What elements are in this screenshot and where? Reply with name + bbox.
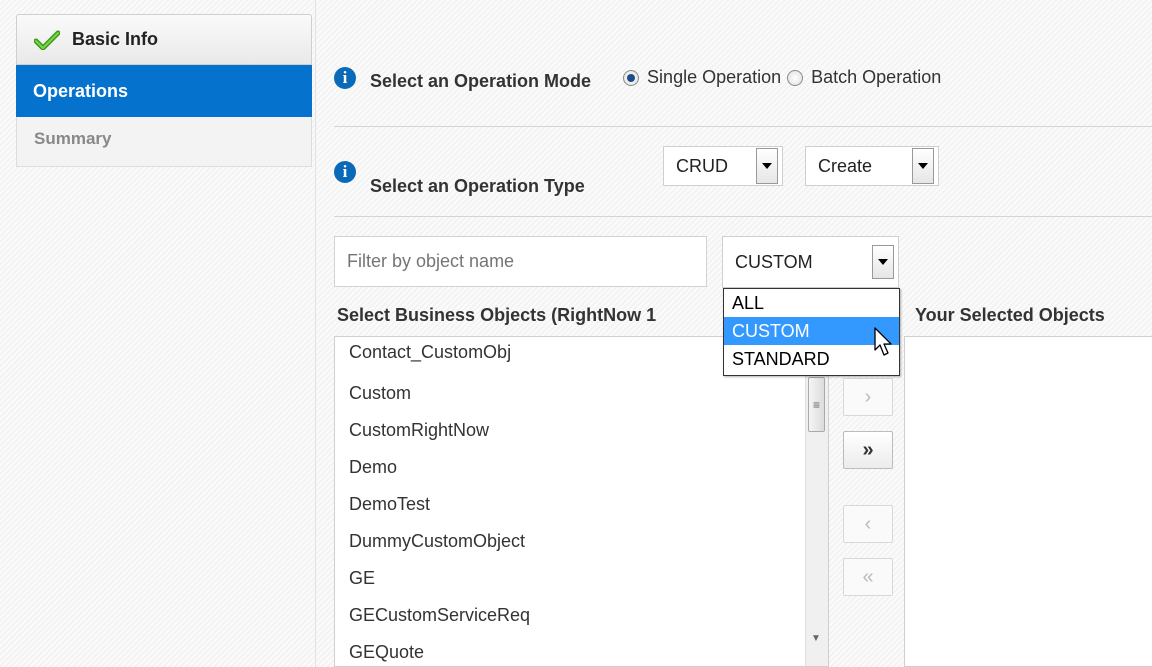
list-item[interactable]: GEQuote xyxy=(335,634,828,666)
move-all-button[interactable]: » xyxy=(843,431,893,469)
radio-selected-dot xyxy=(627,73,636,82)
operation-type-select[interactable]: CRUD xyxy=(663,146,783,186)
train-step-label: Operations xyxy=(33,80,129,101)
train-step-label: Summary xyxy=(34,129,112,148)
business-objects-header: Select Business Objects (RightNow 1 xyxy=(337,305,657,325)
dropdown-option-standard[interactable]: STANDARD xyxy=(724,345,899,373)
list-item[interactable]: GE xyxy=(335,560,828,597)
info-icon[interactable]: i xyxy=(334,66,356,89)
dropdown-option-all[interactable]: ALL xyxy=(724,289,899,317)
business-objects-list[interactable]: Contact_CustomObj Custom CustomRightNow … xyxy=(334,336,829,667)
mouse-pointer-icon xyxy=(874,327,892,356)
list-item[interactable]: DemoTest xyxy=(335,486,828,523)
remove-all-button[interactable]: « xyxy=(843,558,893,596)
list-item[interactable]: Custom xyxy=(335,375,828,412)
operation-type-label: Select an Operation Type xyxy=(370,176,585,196)
train-step-label: Basic Info xyxy=(72,29,159,49)
list-item[interactable]: GECustomServiceReq xyxy=(335,597,828,634)
operation-mode-label: Select an Operation Mode xyxy=(370,71,592,91)
list-item[interactable]: Demo xyxy=(335,449,828,486)
batch-operation-radio[interactable] xyxy=(787,69,804,86)
train-navigation: Basic Info Operations Summary xyxy=(16,14,312,167)
dropdown-option-custom[interactable]: CUSTOM xyxy=(724,317,899,345)
divider xyxy=(334,126,1152,127)
batch-operation-label[interactable]: Batch Operation xyxy=(811,67,941,88)
train-step-basic-info[interactable]: Basic Info xyxy=(16,14,312,65)
object-category-select[interactable]: CUSTOM xyxy=(722,236,899,288)
train-step-operations[interactable]: Operations xyxy=(16,65,312,117)
chevron-down-icon[interactable] xyxy=(872,245,894,279)
single-operation-label[interactable]: Single Operation xyxy=(647,67,781,88)
list-scrollbar[interactable]: ≡ ▼ xyxy=(805,337,828,666)
info-icon[interactable]: i xyxy=(334,160,356,183)
object-name-filter-input[interactable] xyxy=(334,236,707,287)
scroll-down-arrow-icon[interactable]: ▼ xyxy=(811,633,821,644)
selected-objects-list[interactable] xyxy=(904,336,1152,667)
operation-action-value: Create xyxy=(818,155,873,176)
operation-type-value: CRUD xyxy=(676,155,728,176)
panel-divider xyxy=(315,0,316,667)
operation-type-row: i Select an Operation Type xyxy=(334,146,585,197)
train-step-summary[interactable]: Summary xyxy=(16,117,312,167)
list-item[interactable]: CustomRightNow xyxy=(335,412,828,449)
chevron-down-icon[interactable] xyxy=(912,148,934,184)
object-category-value: CUSTOM xyxy=(735,251,813,272)
checkmark-icon xyxy=(34,30,60,50)
remove-selected-button[interactable]: ‹ xyxy=(843,505,893,543)
divider xyxy=(334,216,1152,217)
scrollbar-thumb[interactable]: ≡ xyxy=(808,377,825,432)
move-selected-button[interactable]: › xyxy=(843,378,893,416)
operation-mode-row: i Select an Operation Mode Single Operat… xyxy=(334,63,941,92)
single-operation-radio[interactable] xyxy=(623,69,640,86)
operation-action-select[interactable]: Create xyxy=(805,146,939,186)
selected-objects-header: Your Selected Objects xyxy=(915,305,1105,325)
chevron-down-icon[interactable] xyxy=(756,148,778,184)
list-item[interactable]: DummyCustomObject xyxy=(335,523,828,560)
